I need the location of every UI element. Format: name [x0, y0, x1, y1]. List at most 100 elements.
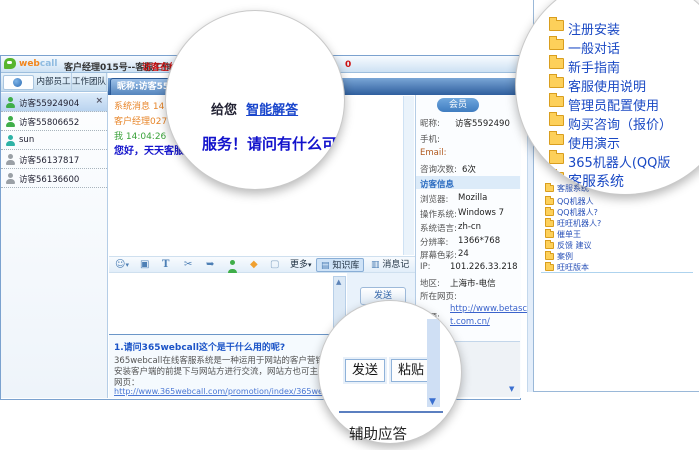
kb-folder[interactable]: 365机器人(QQ版	[568, 152, 670, 171]
folder-icon	[545, 220, 554, 227]
scroll-down-icon: ▼	[429, 397, 436, 407]
tree-item-label: QQ机器人?	[557, 208, 598, 217]
highlight-icon[interactable]: ◆	[250, 259, 258, 270]
visitor-row[interactable]: 访客55924904 ×	[1, 93, 107, 112]
kb-folder[interactable]: 管理员配置使用	[568, 95, 659, 114]
person-away-icon	[6, 135, 15, 146]
kb-folder[interactable]: 购买咨询（报价）	[568, 114, 672, 133]
visitor-row[interactable]: 访客56137817	[1, 150, 107, 169]
field-value: 101.226.33.218	[450, 262, 518, 272]
screenshot-canvas: webcall 客户经理015号--客服工作台 访客在线数:4 0 内部员工 工…	[0, 0, 699, 450]
folder-icon	[545, 209, 554, 216]
visitor-row[interactable]: 访客56136600	[1, 169, 107, 188]
magnified-smart-answer-line: 给您 智能解答	[211, 99, 298, 118]
tree-item-label: QQ机器人	[557, 197, 594, 206]
field-value: 1366*768	[458, 236, 500, 246]
kb-folder[interactable]: 新手指南	[568, 57, 620, 76]
emoticon-icon[interactable]: ☺▾	[115, 259, 129, 270]
member-tab[interactable]: 会员	[437, 98, 479, 112]
editor-toolbar: ☺▾ ▣ T ✂ ➥ ◆ ▢ 更多▾ ▤ 知识库 ▥ 消息记录	[109, 256, 415, 273]
transfer-icon[interactable]: ➥	[206, 259, 214, 270]
scroll-up-icon: ▲	[336, 278, 341, 286]
image-icon[interactable]: ▣	[140, 259, 149, 270]
kb-folder[interactable]: 一般对话	[568, 38, 620, 57]
visitor-name: 访客55806652	[19, 116, 79, 128]
message-history-icon: ▥	[371, 260, 380, 270]
tab-internal-staff[interactable]: 内部员工	[36, 73, 72, 92]
screen-cut-icon[interactable]: ✂	[184, 259, 192, 270]
field-value: 24	[458, 249, 469, 259]
kb-folder[interactable]: 客服使用说明	[568, 76, 646, 95]
agent-message-time: 我 14:04:26	[114, 129, 166, 142]
chat-bubble-logo-icon	[4, 58, 16, 69]
visitor-name: 访客56137817	[19, 154, 79, 166]
tree-item-label: 旺旺机器人?	[557, 219, 601, 228]
tree-item-label: 旺旺版本	[557, 263, 589, 272]
field-value: zh-cn	[458, 222, 481, 232]
field-label: 分辨率:	[420, 236, 448, 248]
tree-item[interactable]: 反馈 建议	[545, 240, 592, 251]
folder-icon	[549, 153, 564, 164]
smiley-glyph: ☺	[115, 259, 125, 270]
kb-question[interactable]: 1.请问365webcall这个是干什么用的呢?	[114, 340, 285, 353]
close-icon[interactable]: ×	[95, 96, 103, 106]
tab-work-team[interactable]: 工作团队	[72, 73, 107, 92]
font-icon[interactable]: T	[162, 259, 169, 270]
knowledge-base-button[interactable]: ▤ 知识库	[316, 258, 364, 272]
tree-item-label: 反馈 建议	[557, 241, 592, 250]
folder-icon	[549, 96, 564, 107]
knowledge-base-icon: ▤	[321, 261, 330, 271]
source-link[interactable]: t.com.cn/	[450, 317, 490, 327]
magnified-send-button[interactable]: 发送	[345, 359, 385, 382]
field-label: 昵称:	[420, 117, 440, 129]
tree-item[interactable]: QQ机器人?	[545, 207, 598, 218]
person-online-icon	[6, 97, 15, 108]
tree-item[interactable]: QQ机器人	[545, 196, 594, 207]
app-logo: webcall	[19, 59, 57, 69]
folder-icon	[549, 58, 564, 69]
person-offline-icon	[6, 173, 15, 184]
folder-icon	[545, 242, 554, 249]
field-label: 手机:	[420, 133, 440, 145]
kb-folder[interactable]: 客服系统	[568, 171, 624, 191]
person-offline-icon	[6, 154, 15, 165]
history-window-icon[interactable]: ▢	[270, 259, 279, 270]
magnified-greeting-line: 服务！请问有什么可以	[202, 133, 345, 154]
folder-icon	[545, 185, 554, 192]
message-history-button[interactable]: ▥ 消息记录	[367, 258, 415, 272]
tree-item[interactable]: 旺旺机器人?	[545, 218, 601, 229]
message-scrollbar[interactable]	[403, 96, 414, 255]
folder-icon	[545, 264, 554, 271]
invite-member-icon[interactable]	[228, 260, 237, 274]
folder-icon	[549, 77, 564, 88]
field-label: 屏幕色彩:	[420, 249, 457, 261]
chevron-down-icon: ▾	[308, 261, 312, 269]
field-value: 访客5592490	[455, 117, 510, 129]
kb-folder[interactable]: 使用演示	[568, 133, 620, 152]
field-label: Email:	[420, 148, 446, 158]
magnified-divider	[339, 411, 443, 413]
status-circle-icon	[13, 78, 22, 87]
more-menu[interactable]: 更多▾	[286, 258, 316, 272]
visitor-name: 访客55924904	[19, 97, 79, 109]
folder-icon	[545, 231, 554, 238]
logo-call-text: call	[40, 59, 58, 69]
visitor-row[interactable]: sun	[1, 131, 107, 150]
tree-item[interactable]: 催单王	[545, 229, 581, 240]
tree-item[interactable]: 案例	[545, 251, 573, 262]
kb-folder[interactable]: 注册安装	[568, 19, 620, 38]
tree-item-label: 案例	[557, 252, 573, 261]
magnified-paste-button[interactable]: 粘贴	[391, 359, 431, 382]
reply-input[interactable]	[109, 273, 333, 334]
visitor-name: sun	[19, 135, 34, 145]
tree-divider	[541, 272, 693, 273]
folder-icon	[549, 20, 564, 31]
smart-answer-link[interactable]: 智能解答	[246, 103, 298, 118]
chevron-down-icon: ▾	[125, 261, 129, 269]
magnified-text: 给您	[211, 103, 237, 118]
visitor-row[interactable]: 访客55806652	[1, 112, 107, 131]
field-value: 上海市-电信	[450, 277, 496, 289]
source-link[interactable]: http://www.betasc	[450, 304, 527, 314]
magnifier-top-circle: 给您 智能解答 服务！请问有什么可以	[165, 10, 345, 190]
scroll-down-icon[interactable]: ▼	[509, 385, 514, 393]
